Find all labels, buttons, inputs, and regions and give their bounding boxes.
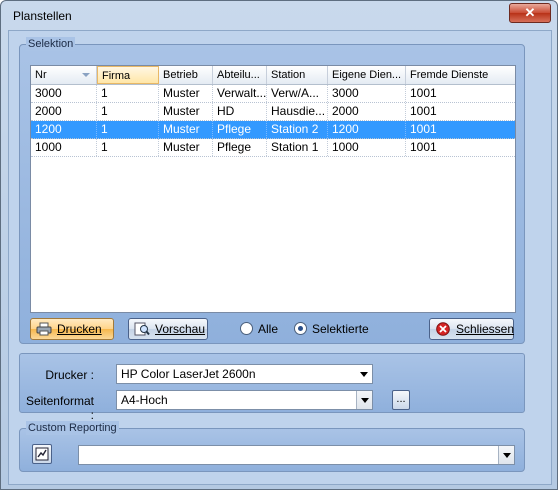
radio-selektierte-indicator [294,322,307,335]
cell-firma: 1 [97,139,159,156]
column-header-label: Betrieb [163,69,198,81]
window-close-button[interactable]: ✕ [509,3,551,23]
cell-betrieb: Muster [159,103,213,120]
seitenformat-select[interactable]: A4-Hoch [116,390,373,410]
seitenformat-dropdown-button[interactable] [356,391,372,409]
radio-selektierte[interactable]: Selektierte [294,322,369,336]
radio-alle[interactable]: Alle [240,322,278,336]
column-header-label: Fremde Dienste [410,69,489,81]
column-header-label: Abteilu... [217,69,260,81]
column-header-label: Firma [102,70,131,82]
report-button[interactable] [32,444,52,464]
cell-betrieb: Muster [159,85,213,102]
cell-eigene-dienste: 2000 [328,103,406,120]
cell-station: Hausdie... [267,103,328,120]
column-header-betrieb[interactable]: Betrieb [159,66,213,84]
printer-icon [36,322,52,336]
drucker-select[interactable]: HP Color LaserJet 2600n [116,364,373,384]
cell-betrieb: Muster [159,139,213,156]
cell-eigene-dienste: 3000 [328,85,406,102]
schliessen-label: Schliessen [456,322,515,336]
cell-fremde-dienste: 1001 [410,86,437,100]
seitenformat-value: A4-Hoch [121,393,168,407]
cell-firma: 1 [97,85,159,102]
drucker-value: HP Color LaserJet 2600n [121,367,256,381]
column-header-abteilung[interactable]: Abteilu... [213,66,267,84]
radio-alle-label: Alle [258,322,279,336]
selektion-group: Selektion Nr Firma Betrieb Abteilu... St… [19,37,525,344]
printer-settings-group: Drucker : HP Color LaserJet 2600n Seiten… [19,353,525,422]
radio-selektierte-label: Selektierte [312,322,369,336]
window-title: Planstellen [13,9,72,23]
table-row[interactable]: 1000 1 Muster Pflege Station 1 1000 1001 [31,139,515,157]
cell-fremde-dienste: 1001 [410,140,437,154]
column-header-label: Nr [35,69,47,81]
selektion-label: Selektion [26,37,76,51]
cell-abteilung: HD [213,103,267,120]
cell-abteilung: Verwalt... [213,85,267,102]
cell-firma: 1 [97,121,159,138]
cell-nr: 3000 [31,85,97,102]
close-icon [436,322,450,336]
vorschau-button[interactable]: Vorschau [128,318,208,340]
column-header-eigene-dienste[interactable]: Eigene Dien... [328,66,406,84]
column-header-fremde-dienste[interactable]: Fremde Dienste [406,66,515,84]
chevron-down-icon [361,398,369,403]
drucken-button[interactable]: Drucken [30,318,114,340]
column-header-firma[interactable]: Firma [97,66,159,84]
cell-nr: 2000 [31,103,97,120]
vorschau-label: Vorschau [155,322,206,336]
schliessen-button[interactable]: Schliessen [429,318,514,340]
column-header-label: Eigene Dien... [332,69,402,81]
cell-nr: 1000 [31,139,97,156]
custom-reporting-group: Custom Reporting [19,421,525,472]
grid-header: Nr Firma Betrieb Abteilu... Station Eige… [31,66,515,85]
cell-abteilung: Pflege [213,121,267,138]
cell-firma: 1 [97,103,159,120]
planstellen-grid[interactable]: Nr Firma Betrieb Abteilu... Station Eige… [30,65,516,313]
drucken-label: Drucken [57,322,102,336]
cell-nr: 1200 [31,121,97,138]
seitenformat-label: Seitenformat : [25,394,94,422]
custom-reporting-label: Custom Reporting [26,421,119,435]
table-row[interactable]: 2000 1 Muster HD Hausdie... 2000 1001 [31,103,515,121]
cell-fremde-dienste: 1001 [410,104,437,118]
chevron-down-icon [360,372,368,377]
client-area: Selektion Nr Firma Betrieb Abteilu... St… [8,30,552,485]
column-header-label: Station [271,69,306,81]
report-icon [35,447,49,461]
cell-station: Station 1 [267,139,328,156]
column-header-station[interactable]: Station [267,66,328,84]
preview-icon [134,322,150,336]
custom-reporting-select[interactable] [78,445,515,465]
title-bar[interactable]: Planstellen ✕ [1,1,557,29]
cell-station: Verw/A... [267,85,328,102]
drucker-label: Drucker : [45,368,94,382]
custom-reporting-dropdown-button[interactable] [498,446,514,464]
planstellen-window: Planstellen ✕ Selektion Nr Firma Betrieb [0,0,558,490]
cell-betrieb: Muster [159,121,213,138]
seitenformat-browse-button[interactable]: ... [392,390,410,410]
cell-eigene-dienste: 1200 [328,121,406,138]
cell-abteilung: Pflege [213,139,267,156]
cell-station: Station 2 [267,121,328,138]
cell-eigene-dienste: 1000 [328,139,406,156]
cell-fremde-dienste: 1001 [410,122,437,136]
column-header-nr[interactable]: Nr [31,66,97,84]
table-row[interactable]: 3000 1 Muster Verwalt... Verw/A... 3000 … [31,85,515,103]
table-row-selected[interactable]: 1200 1 Muster Pflege Station 2 1200 1001 [31,121,515,139]
radio-alle-indicator [240,322,253,335]
chevron-down-icon [503,453,511,458]
sort-arrow-icon [82,73,90,77]
